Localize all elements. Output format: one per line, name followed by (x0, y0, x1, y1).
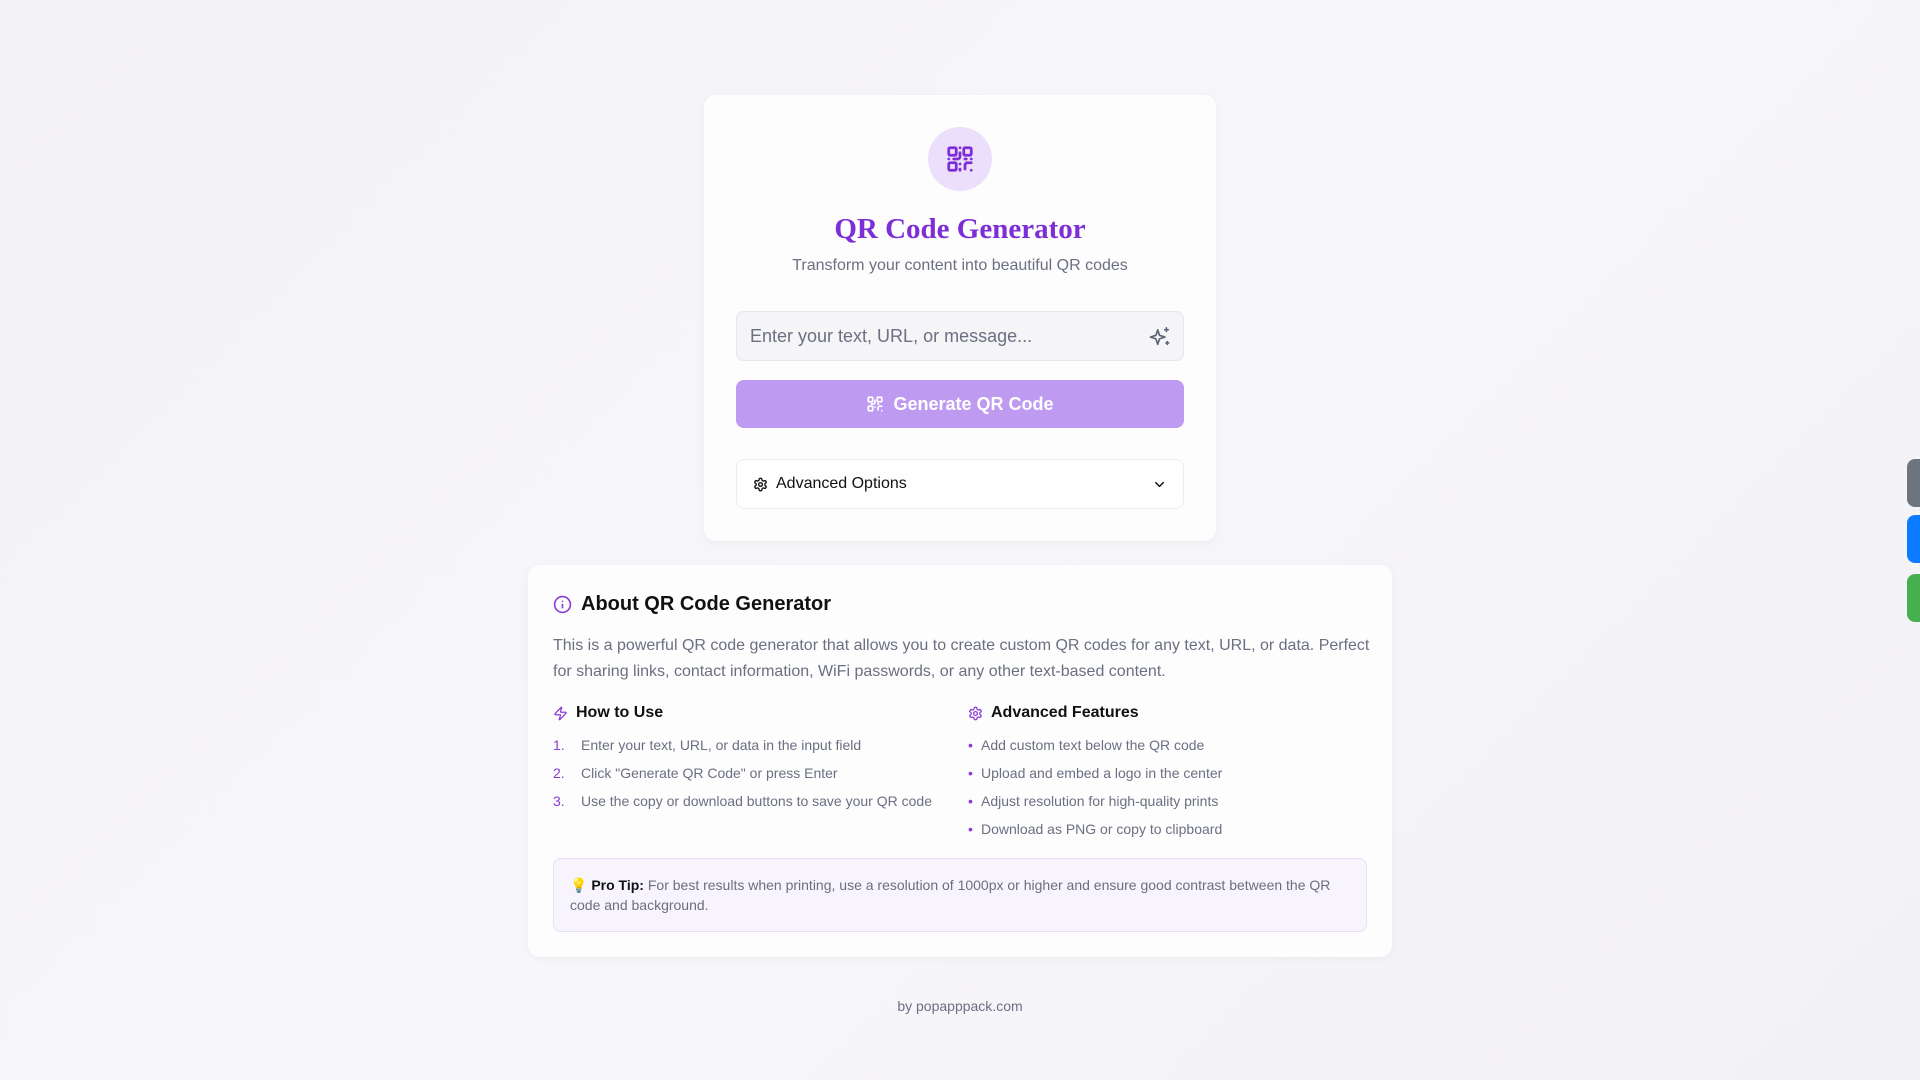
advanced-options-toggle[interactable]: Advanced Options (736, 459, 1184, 509)
pro-tip-text: For best results when printing, use a re… (570, 877, 1331, 913)
generate-button[interactable]: Generate QR Code (736, 380, 1184, 428)
gear-icon (754, 477, 767, 491)
side-tab-blue[interactable] (1907, 515, 1920, 563)
content-input-wrapper (736, 311, 1184, 361)
step-text: Click "Generate QR Code" or press Enter (581, 765, 838, 781)
list-item: 2. Click "Generate QR Code" or press Ent… (553, 764, 953, 792)
how-to-use-section: How to Use 1. Enter your text, URL, or d… (553, 704, 953, 820)
advanced-features-section: Advanced Features • Add custom text belo… (968, 704, 1368, 848)
list-item: • Adjust resolution for high-quality pri… (968, 792, 1368, 820)
feature-text: Upload and embed a logo in the center (981, 765, 1223, 781)
bullet: • (968, 765, 973, 781)
lightning-icon (554, 706, 567, 720)
bullet: • (968, 793, 973, 809)
how-to-use-title: How to Use (576, 704, 664, 721)
list-item: • Download as PNG or copy to clipboard (968, 820, 1368, 848)
list-item: • Upload and embed a logo in the center (968, 764, 1368, 792)
advanced-features-heading: Advanced Features (968, 704, 1368, 722)
lightbulb-icon: 💡 (570, 877, 588, 893)
bullet: • (968, 821, 973, 837)
about-heading: About QR Code Generator (553, 593, 831, 616)
page-subtitle: Transform your content into beautiful QR… (792, 257, 1128, 274)
list-item: 1. Enter your text, URL, or data in the … (553, 736, 953, 764)
footer-credit[interactable]: by popapppack.com (0, 998, 1920, 1014)
side-tab-green[interactable] (1907, 574, 1920, 622)
sparkles-icon[interactable] (1149, 326, 1171, 348)
list-item: • Add custom text below the QR code (968, 736, 1368, 764)
pro-tip-label: Pro Tip: (591, 877, 644, 893)
step-text: Use the copy or download buttons to save… (581, 793, 932, 809)
bullet: • (968, 737, 973, 753)
gear-icon (969, 706, 982, 720)
qr-code-icon (867, 396, 884, 412)
about-title: About QR Code Generator (581, 593, 832, 615)
generator-card: QR Code Generator Transform your content… (704, 95, 1216, 541)
how-to-use-heading: How to Use (553, 704, 953, 722)
about-description: This is a powerful QR code generator tha… (553, 637, 1370, 680)
page-title: QR Code Generator (834, 213, 1086, 245)
content-input[interactable] (737, 312, 1183, 360)
logo-badge (928, 127, 992, 191)
feature-text: Adjust resolution for high-quality print… (981, 793, 1219, 809)
step-number: 1. (553, 737, 565, 753)
generate-button-label: Generate QR Code (893, 393, 1054, 414)
advanced-features-list: • Add custom text below the QR code • Up… (968, 736, 1368, 848)
step-number: 2. (553, 765, 565, 781)
how-to-use-list: 1. Enter your text, URL, or data in the … (553, 736, 953, 820)
step-text: Enter your text, URL, or data in the inp… (581, 737, 862, 753)
feature-text: Download as PNG or copy to clipboard (981, 821, 1223, 837)
qr-code-icon (947, 146, 973, 172)
advanced-features-title: Advanced Features (991, 704, 1139, 721)
list-item: 3. Use the copy or download buttons to s… (553, 792, 953, 820)
feature-text: Add custom text below the QR code (981, 737, 1205, 753)
advanced-options-label: Advanced Options (776, 475, 907, 492)
pro-tip-box: 💡 Pro Tip: For best results when printin… (553, 858, 1367, 932)
chevron-down-icon (1155, 481, 1164, 487)
step-number: 3. (553, 793, 565, 809)
side-tab-gray[interactable] (1907, 459, 1920, 507)
about-card: About QR Code Generator This is a powerf… (528, 565, 1392, 957)
info-icon (553, 595, 572, 614)
